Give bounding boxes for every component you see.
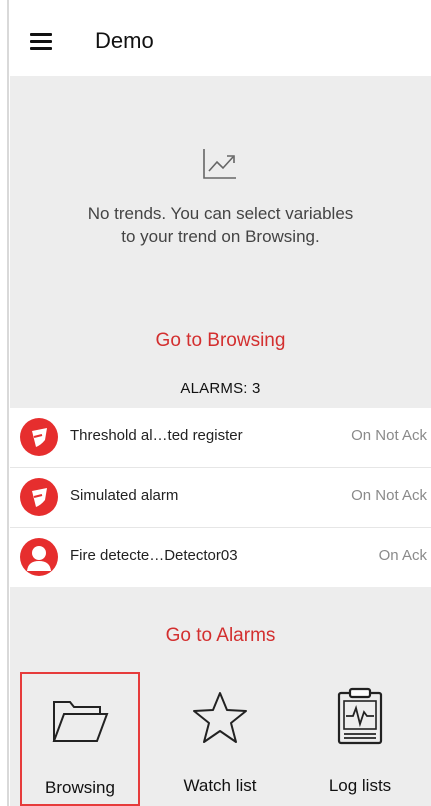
alarm-status: On Ack: [378, 547, 427, 564]
dashboard-content: No trends. You can select variables to y…: [10, 76, 431, 806]
alarm-list: Threshold al…ted register On Not Ack Sim…: [10, 408, 431, 587]
hamburger-menu-icon[interactable]: [30, 30, 56, 54]
alarm-name: Threshold al…ted register: [70, 427, 243, 444]
log-lists-tile[interactable]: Log lists: [300, 672, 420, 806]
trends-empty-line-2: to your trend on Browsing.: [121, 227, 320, 246]
log-lists-tile-label: Log lists: [328, 776, 392, 795]
alarm-shield-icon: [20, 418, 58, 456]
trends-empty-line-1: No trends. You can select variables: [87, 204, 354, 223]
browsing-tile-label: Browsing: [45, 778, 115, 797]
go-to-alarms-link[interactable]: Go to Alarms: [10, 625, 431, 647]
folder-icon: [52, 701, 109, 742]
alarm-shield-icon: [20, 478, 58, 516]
star-icon: [193, 692, 247, 743]
alarm-status: On Not Ack: [351, 487, 427, 504]
page-title: Demo: [95, 28, 154, 53]
trends-empty-message: No trends. You can select variables to y…: [50, 202, 391, 248]
alarm-status: On Not Ack: [351, 427, 427, 444]
alarm-name: Simulated alarm: [70, 487, 179, 504]
browsing-tile[interactable]: Browsing: [20, 672, 140, 806]
app-header: Demo: [10, 0, 431, 76]
alarm-name: Fire detecte…Detector03: [70, 547, 238, 564]
alarm-row[interactable]: Fire detecte…Detector03 On Ack: [10, 528, 431, 587]
clipboard-pulse-icon: [337, 687, 383, 745]
go-to-browsing-link[interactable]: Go to Browsing: [10, 330, 431, 352]
trend-chart-icon: [203, 149, 236, 179]
navigation-tiles: Browsing Watch list Log lists: [10, 672, 431, 806]
alarms-count-heading: ALARMS: 3: [180, 380, 261, 397]
watch-list-tile-label: Watch list: [183, 776, 257, 795]
alarm-row[interactable]: Simulated alarm On Not Ack: [10, 468, 431, 528]
alarm-row[interactable]: Threshold al…ted register On Not Ack: [10, 408, 431, 468]
watch-list-tile[interactable]: Watch list: [160, 672, 280, 806]
window-edge: [7, 0, 9, 806]
person-icon: [20, 538, 58, 576]
